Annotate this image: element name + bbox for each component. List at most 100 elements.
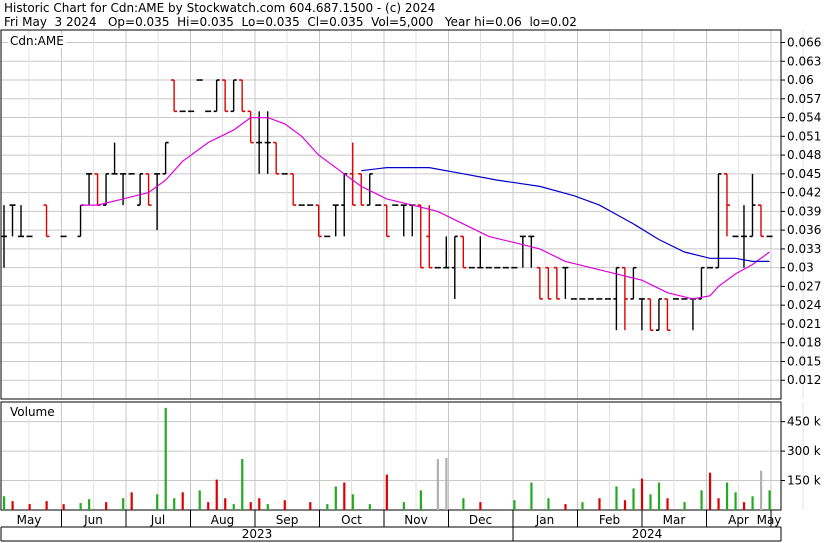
ohlc-bar	[562, 266, 569, 299]
volume-bar	[215, 479, 218, 510]
volume-bar	[181, 492, 184, 510]
volume-bar	[623, 500, 627, 510]
month-label: Jun	[83, 513, 103, 527]
ma-short-line	[80, 117, 770, 300]
ma-long-line	[361, 167, 770, 262]
volume-bar	[564, 504, 567, 510]
volume-bar	[283, 500, 286, 510]
volume-bar	[173, 498, 176, 510]
volume-bar	[479, 502, 482, 510]
ohlc-bar	[162, 141, 169, 175]
volume-bar	[598, 498, 601, 510]
month-label: Apr	[728, 513, 749, 527]
price-tick-label: 0.015	[787, 354, 821, 368]
volume-bar	[530, 482, 533, 510]
price-tick-label: 0.057	[787, 92, 821, 106]
ohlc-bar	[77, 204, 84, 238]
ohlc-bar	[171, 79, 178, 113]
month-label: Sep	[276, 513, 299, 527]
ohlc-bar	[528, 235, 535, 268]
volume-bar	[249, 502, 252, 510]
volume-bar	[640, 478, 644, 510]
ohlc-bar	[18, 205, 25, 238]
ohlc-bar	[740, 205, 747, 268]
price-tick-label: 0.021	[787, 317, 821, 331]
volume-label: Volume	[8, 405, 57, 419]
volume-bar	[419, 490, 422, 510]
ohlc-bar	[264, 111, 271, 174]
price-tick-label: 0.039	[787, 204, 821, 218]
ohlc-bar	[655, 298, 662, 332]
volume-bar	[326, 504, 329, 510]
ohlc-bar	[273, 141, 280, 175]
price-tick-label: 0.054	[787, 111, 821, 125]
ohlc-bar	[247, 110, 254, 144]
ohlc-bar	[536, 266, 543, 300]
volume-tick-label: 150 k	[787, 474, 821, 488]
ohlc-bar	[698, 266, 705, 300]
volume-bar	[683, 502, 686, 510]
volume-bar	[207, 502, 210, 510]
price-tick-label: 0.03	[787, 261, 814, 275]
ohlc-bar	[638, 298, 645, 331]
stock-chart: Historic Chart for Cdn:AME by Stockwatch…	[0, 0, 830, 543]
volume-bar	[632, 488, 635, 510]
month-label: Dec	[469, 513, 492, 527]
ohlc-bar	[553, 266, 560, 300]
volume-bar	[232, 504, 235, 510]
price-tick-label: 0.06	[787, 73, 814, 87]
chart-canvas: 0.066 0.063 0.06 0.057 0.054 0.051 0.048 0.045 0…	[0, 29, 821, 542]
year-label: 2023	[242, 527, 273, 541]
ohlc-bar	[137, 173, 144, 206]
ohlc-bar	[426, 205, 433, 269]
price-tick-label: 0.063	[787, 54, 821, 68]
ohlc-bar	[383, 204, 390, 238]
ohlc-bar	[477, 236, 484, 269]
moving-averages	[80, 117, 770, 300]
month-label: May	[757, 513, 782, 527]
volume-bar	[45, 501, 48, 510]
price-tick-label: 0.036	[787, 223, 821, 237]
volume-bar	[445, 457, 448, 510]
volume-bar	[224, 498, 227, 510]
volume-bar	[122, 498, 125, 510]
ohlc-bar	[213, 79, 220, 113]
ohlc-bar	[9, 204, 16, 237]
ohlc-bar	[417, 204, 424, 269]
volume-bar	[581, 502, 584, 510]
ohlc-bar	[689, 298, 696, 331]
price-tick-label: 0.012	[787, 373, 821, 387]
volume-bar	[615, 486, 618, 510]
price-tick-label: 0.045	[787, 167, 821, 181]
volume-bar	[343, 482, 346, 510]
volume-bar	[105, 502, 108, 510]
volume-bar	[734, 492, 737, 510]
month-label: May	[17, 513, 42, 527]
month-label: Mar	[663, 513, 686, 527]
volume-tick-label: 300 k	[787, 444, 821, 458]
volume-bar	[351, 494, 354, 510]
ohlc-bar	[315, 204, 322, 238]
ohlc-bar	[409, 204, 416, 237]
month-label: Feb	[599, 513, 620, 527]
month-label: Oct	[341, 513, 362, 527]
ohlc-bar	[519, 235, 526, 268]
price-tick-label: 0.042	[787, 186, 821, 200]
ohlc-bar	[1, 205, 7, 268]
volume-bar	[62, 504, 65, 510]
volume-bar	[164, 407, 167, 510]
volume-bar	[725, 482, 729, 510]
ohlc-bar	[358, 173, 365, 206]
ohlc-bar	[86, 173, 93, 206]
price-tick-label: 0.027	[787, 279, 821, 293]
price-axis: 0.066 0.063 0.06 0.057 0.054 0.051 0.048 0.045 0…	[781, 36, 821, 387]
month-label: Jul	[150, 513, 165, 527]
volume-bar	[88, 499, 91, 510]
ohlc-bar	[400, 204, 407, 237]
ohlc-bar	[230, 79, 237, 113]
volume-tick-label: 450 k	[787, 415, 821, 429]
volume-bar	[130, 492, 133, 510]
volume-bar	[708, 472, 712, 510]
ohlc-bar	[120, 173, 127, 206]
volume-bar	[657, 482, 661, 510]
